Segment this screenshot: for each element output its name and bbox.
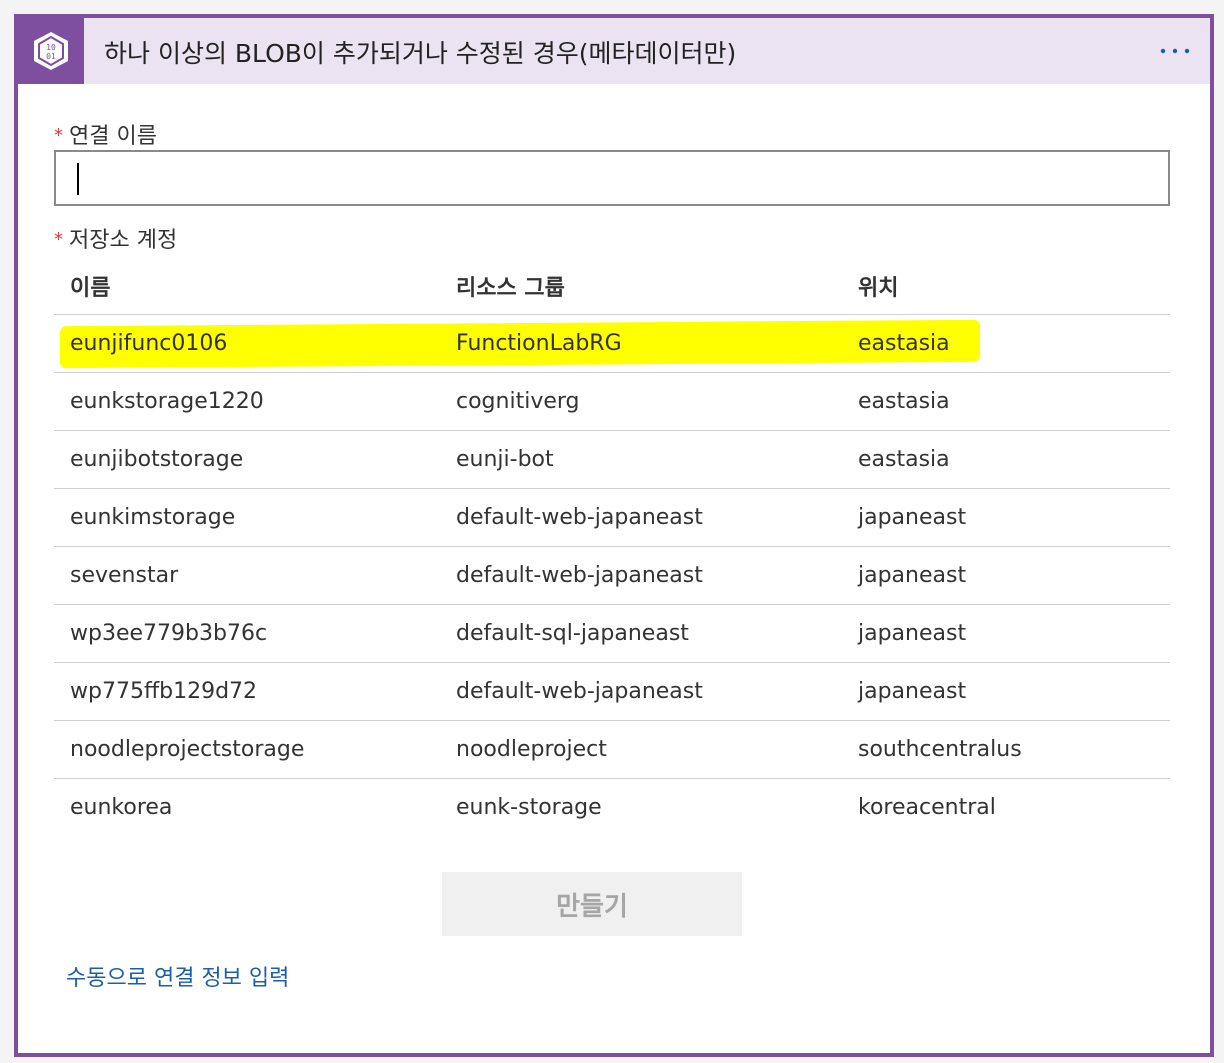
cell-name: wp775ffb129d72 xyxy=(70,679,258,704)
table-row[interactable]: wp3ee779b3b76c default-sql-japaneast jap… xyxy=(54,605,1170,663)
cell-resource-group: default-web-japaneast xyxy=(456,505,703,530)
manual-connection-link[interactable]: 수동으로 연결 정보 입력 xyxy=(66,960,289,992)
cell-location: eastasia xyxy=(858,389,950,414)
cell-resource-group: cognitiverg xyxy=(456,389,580,414)
storage-account-label: * 저장소 계정 xyxy=(54,222,177,254)
cell-name: wp3ee779b3b76c xyxy=(70,621,268,646)
table-row[interactable]: wp775ffb129d72 default-web-japaneast jap… xyxy=(54,663,1170,721)
table-row[interactable]: noodleprojectstorage noodleproject south… xyxy=(54,721,1170,779)
more-options-icon[interactable] xyxy=(1158,36,1192,66)
create-button[interactable]: 만들기 xyxy=(442,872,742,936)
connection-name-label: * 연결 이름 xyxy=(54,118,157,150)
cell-resource-group: default-sql-japaneast xyxy=(456,621,689,646)
cell-location: japaneast xyxy=(858,679,967,704)
cell-resource-group: default-web-japaneast xyxy=(456,563,703,588)
connection-name-label-text: 연결 이름 xyxy=(69,124,157,149)
cell-location: southcentralus xyxy=(858,737,1022,762)
cell-name: sevenstar xyxy=(70,563,179,588)
cell-name: eunjibotstorage xyxy=(70,447,244,472)
connection-name-input[interactable] xyxy=(54,150,1170,206)
card-header: 10 01 하나 이상의 BLOB이 추가되거나 수정된 경우(메타데이터만) xyxy=(18,18,1210,84)
cell-location: eastasia xyxy=(858,447,950,472)
cell-location: eastasia xyxy=(858,331,950,356)
table-row[interactable]: eunkimstorage default-web-japaneast japa… xyxy=(54,489,1170,547)
cell-location: japaneast xyxy=(858,621,967,646)
trigger-title: 하나 이상의 BLOB이 추가되거나 수정된 경우(메타데이터만) xyxy=(104,39,737,68)
cell-name: eunkorea xyxy=(70,795,173,820)
table-row[interactable]: eunjifunc0106 FunctionLabRG eastasia xyxy=(54,315,1170,373)
connection-card: 10 01 하나 이상의 BLOB이 추가되거나 수정된 경우(메타데이터만) … xyxy=(14,14,1214,1057)
text-caret xyxy=(77,163,79,195)
cell-name: eunjifunc0106 xyxy=(70,331,228,356)
table-row[interactable]: sevenstar default-web-japaneast japaneas… xyxy=(54,547,1170,605)
svg-text:01: 01 xyxy=(46,52,56,61)
table-row[interactable]: eunjibotstorage eunji-bot eastasia xyxy=(54,431,1170,489)
cell-resource-group: FunctionLabRG xyxy=(456,331,622,356)
table-header: 이름 리소스 그룹 위치 xyxy=(54,258,1170,315)
table-row[interactable]: eunkorea eunk-storage koreacentral xyxy=(54,779,1170,836)
svg-text:10: 10 xyxy=(46,43,56,52)
column-header-resource-group: 리소스 그룹 xyxy=(456,276,565,301)
column-header-name: 이름 xyxy=(70,276,111,301)
cell-location: koreacentral xyxy=(858,795,996,820)
required-marker: * xyxy=(54,125,63,146)
cell-resource-group: eunji-bot xyxy=(456,447,554,472)
cell-resource-group: eunk-storage xyxy=(456,795,602,820)
required-marker: * xyxy=(54,229,63,250)
table-row[interactable]: eunkstorage1220 cognitiverg eastasia xyxy=(54,373,1170,431)
cell-location: japaneast xyxy=(858,505,967,530)
cell-name: eunkimstorage xyxy=(70,505,236,530)
cell-name: noodleprojectstorage xyxy=(70,737,305,762)
cell-name: eunkstorage1220 xyxy=(70,389,264,414)
storage-account-table: 이름 리소스 그룹 위치 eunjifunc0106 FunctionLabRG… xyxy=(54,258,1170,836)
cell-location: japaneast xyxy=(858,563,967,588)
cell-resource-group: default-web-japaneast xyxy=(456,679,703,704)
cell-resource-group: noodleproject xyxy=(456,737,607,762)
blob-storage-icon: 10 01 xyxy=(18,18,84,84)
storage-account-label-text: 저장소 계정 xyxy=(69,228,178,253)
column-header-location: 위치 xyxy=(858,276,899,301)
